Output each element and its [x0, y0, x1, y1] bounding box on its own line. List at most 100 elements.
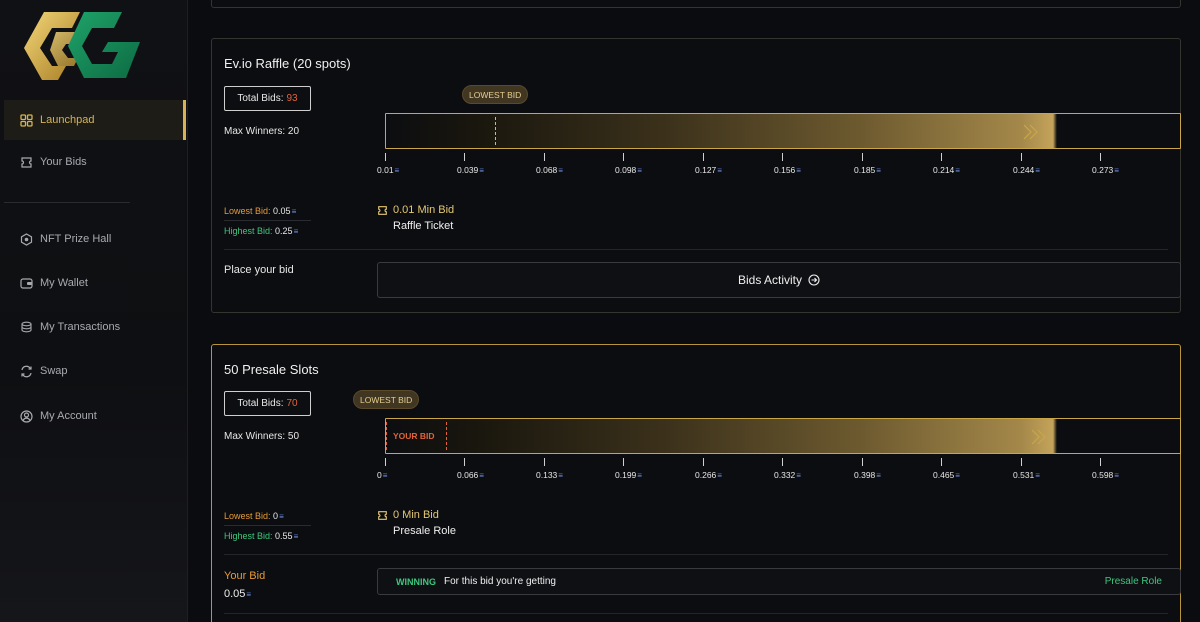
total-bids-box: Total Bids: 70 — [224, 391, 311, 416]
coins-icon — [20, 321, 33, 334]
axis-tick-label: 0.598≡ — [1092, 470, 1119, 480]
axis-tick — [941, 153, 942, 161]
bids-activity-label: Bids Activity — [737, 273, 803, 287]
main-content: Ev.io Raffle (20 spots) Total Bids: 93 M… — [188, 0, 1200, 622]
min-bid: 0 Min Bid — [377, 509, 439, 521]
sidebar-item-swap[interactable]: Swap — [4, 351, 186, 391]
lowest-bid-stat: Lowest Bid: 0.05≡ — [224, 206, 297, 216]
sidebar-item-my-account[interactable]: My Account — [4, 396, 186, 436]
axis-tick-label: 0.133≡ — [536, 470, 563, 480]
total-bids-box: Total Bids: 93 — [224, 86, 311, 111]
axis-tick — [385, 458, 386, 466]
sidebar: Launchpad Your Bids NFT Prize Hall My Wa… — [0, 0, 188, 622]
axis-tick-label: 0.156≡ — [774, 165, 801, 175]
auction-title: 50 Presale Slots — [224, 362, 319, 377]
sidebar-item-your-bids[interactable]: Your Bids — [4, 142, 186, 182]
ticket-icon — [378, 205, 387, 215]
auction-card-presale: 50 Presale Slots Total Bids: 70 Max Winn… — [211, 344, 1181, 622]
axis-tick — [464, 458, 465, 466]
highest-bid-stat: Highest Bid: 0.55≡ — [224, 531, 299, 541]
sidebar-item-label: Swap — [40, 365, 68, 377]
axis-tick — [782, 153, 783, 161]
axis-tick — [1100, 458, 1101, 466]
reward-name: Raffle Ticket — [393, 220, 454, 232]
sidebar-item-nft-prize-hall[interactable]: NFT Prize Hall — [4, 219, 186, 259]
axis-tick — [623, 458, 624, 466]
axis-tick — [623, 153, 624, 161]
winning-badge: WINNING — [396, 576, 436, 587]
lowest-bid-tag: LOWEST BID — [353, 390, 420, 409]
axis-tick — [862, 153, 863, 161]
total-bids-label: Total Bids: — [237, 93, 284, 104]
chevron-right-icon — [1031, 429, 1046, 445]
bids-activity-button[interactable]: Bids Activity — [377, 262, 1181, 298]
axis-tick-label: 0.068≡ — [536, 165, 563, 175]
total-bids-count: 70 — [286, 398, 298, 409]
total-bids-count: 93 — [286, 93, 298, 104]
winning-reward: Presale Role — [1104, 576, 1162, 587]
your-bid-marker — [446, 422, 447, 450]
ticket-icon — [378, 510, 387, 520]
min-bid-value: 0.01 Min Bid — [393, 204, 455, 216]
divider — [224, 220, 311, 221]
axis-tick-label: 0.465≡ — [933, 470, 960, 480]
axis-tick-label: 0.398≡ — [854, 470, 881, 480]
sidebar-item-label: Your Bids — [40, 156, 87, 168]
your-bid-value: 0.05≡ — [224, 588, 252, 600]
min-bid-value: 0 Min Bid — [393, 509, 439, 521]
axis-tick — [1100, 153, 1101, 161]
bid-range-bar: YOUR BID — [385, 418, 1181, 454]
lowest-bid-marker — [386, 422, 387, 450]
divider — [224, 249, 1168, 250]
sidebar-item-label: My Wallet — [40, 277, 88, 289]
axis-tick-label: 0.185≡ — [854, 165, 881, 175]
winning-description: For this bid you're getting — [444, 576, 556, 587]
highest-bid-stat: Highest Bid: 0.25≡ — [224, 226, 299, 236]
min-bid: 0.01 Min Bid — [377, 204, 454, 216]
grid-icon — [20, 113, 33, 127]
axis-tick — [544, 153, 545, 161]
axis-tick-label: 0.098≡ — [615, 165, 642, 175]
axis-tick-label: 0.332≡ — [774, 470, 801, 480]
lowest-bid-stat: Lowest Bid: 0≡ — [224, 511, 284, 521]
reward-name: Presale Role — [393, 525, 456, 537]
brand-logo[interactable] — [22, 10, 142, 80]
axis-tick-label: 0.531≡ — [1013, 470, 1040, 480]
max-winners: Max Winners: 50 — [224, 431, 300, 442]
sidebar-item-my-wallet[interactable]: My Wallet — [4, 263, 186, 303]
divider — [224, 554, 1168, 555]
sidebar-item-label: My Transactions — [40, 321, 121, 333]
arrow-right-circle-icon — [808, 274, 820, 286]
axis-tick-label: 0.066≡ — [457, 470, 484, 480]
axis-tick-label: 0.199≡ — [615, 470, 642, 480]
your-bid-tag: YOUR BID — [393, 431, 435, 441]
sidebar-item-label: My Account — [40, 410, 97, 422]
axis-tick-label: 0≡ — [377, 470, 388, 480]
axis-tick-label: 0.01≡ — [377, 165, 400, 175]
axis-tick-label: 0.214≡ — [933, 165, 960, 175]
user-icon — [20, 409, 33, 423]
axis-tick-label: 0.244≡ — [1013, 165, 1040, 175]
divider — [224, 525, 311, 526]
total-bids-label: Total Bids: — [237, 398, 284, 409]
sidebar-item-label: NFT Prize Hall — [40, 233, 112, 245]
axis-tick — [1021, 153, 1022, 161]
lowest-bid-marker — [495, 117, 496, 145]
sidebar-item-launchpad[interactable]: Launchpad — [4, 100, 186, 140]
your-bid-title: Your Bid — [224, 570, 266, 582]
sidebar-item-my-transactions[interactable]: My Transactions — [4, 307, 186, 347]
axis-tick — [862, 458, 863, 466]
winning-status-box: WINNING For this bid you're getting Pres… — [377, 568, 1181, 595]
lowest-bid-tag: LOWEST BID — [462, 85, 529, 104]
axis-tick — [385, 153, 386, 161]
bid-range-bar — [385, 113, 1181, 149]
nav-divider — [4, 202, 130, 203]
max-winners: Max Winners: 20 — [224, 126, 300, 137]
ticket-icon — [20, 156, 33, 169]
axis-tick — [782, 458, 783, 466]
axis-tick — [703, 458, 704, 466]
hexagon-icon — [20, 232, 33, 246]
axis-tick — [941, 458, 942, 466]
divider — [224, 613, 1168, 614]
axis-tick-label: 0.039≡ — [457, 165, 484, 175]
